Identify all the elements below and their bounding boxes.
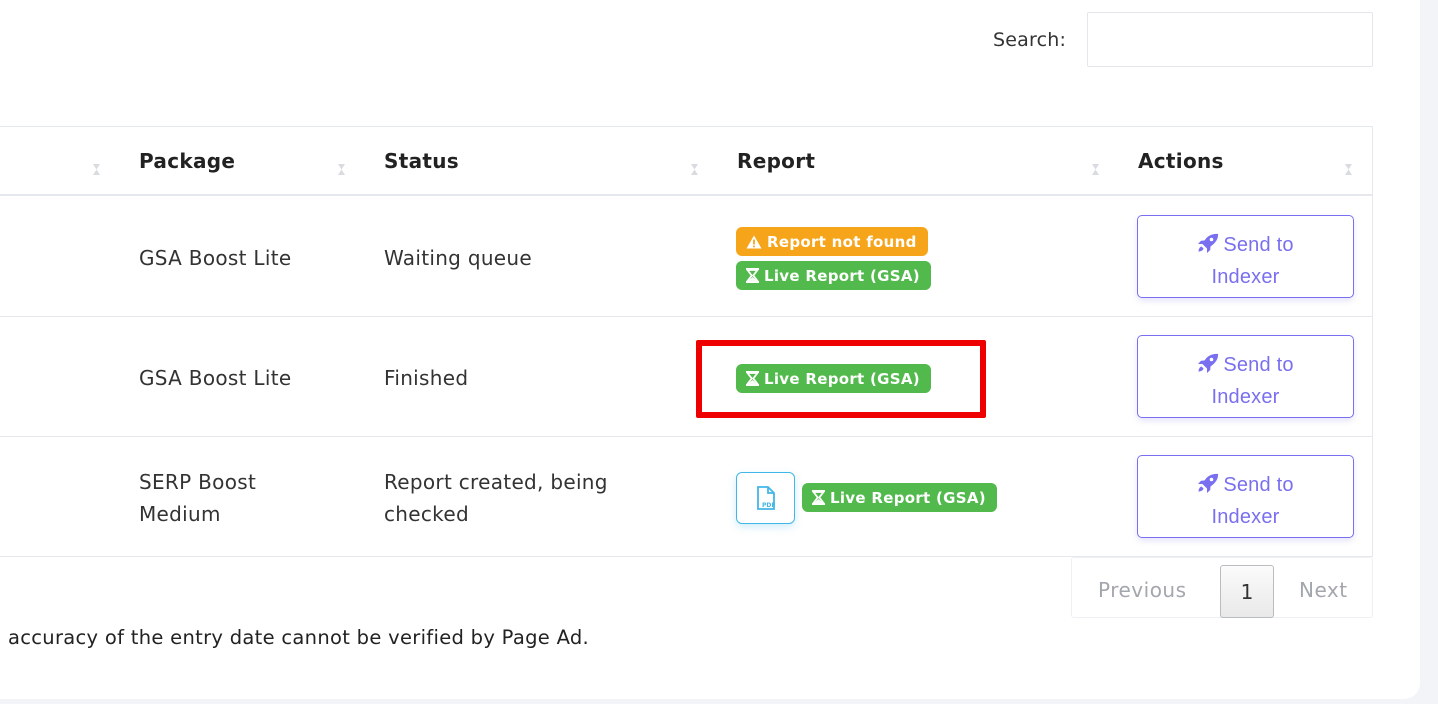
pdf-file-icon: PDF (756, 486, 775, 510)
button-label-line1: Send to (1223, 234, 1294, 256)
send-to-indexer-button[interactable]: Send to Indexer (1137, 455, 1354, 538)
status-cell: Waiting queue (384, 246, 532, 270)
search-input[interactable] (1087, 12, 1373, 67)
badge-label: Live Report (GSA) (764, 266, 920, 285)
status-cell: Finished (384, 366, 469, 390)
pagination-page-1[interactable]: 1 (1220, 565, 1274, 618)
column-header-status[interactable]: Status (384, 149, 459, 173)
column-header-package[interactable]: Package (139, 149, 235, 173)
package-cell: GSA Boost Lite (139, 366, 292, 390)
package-line: Medium (139, 502, 221, 526)
sort-icon[interactable] (690, 163, 699, 176)
button-label-line2: Indexer (1211, 266, 1280, 288)
pdf-download-button[interactable]: PDF (736, 472, 795, 524)
badge-label: Report not found (767, 232, 917, 251)
pagination-next[interactable]: Next (1299, 578, 1348, 602)
button-label-line1: Send to (1223, 474, 1294, 496)
highlight-annotation-box (696, 340, 986, 418)
sort-icon[interactable] (1344, 163, 1353, 176)
status-cell: Report created, being checked (384, 466, 608, 530)
package-line: SERP Boost (139, 470, 257, 494)
pagination-previous[interactable]: Previous (1098, 578, 1187, 602)
footer-note: accuracy of the entry date cannot be ver… (8, 626, 590, 649)
rocket-icon (1198, 473, 1219, 493)
package-cell: SERP Boost Medium (139, 466, 256, 530)
live-report-badge[interactable]: Live Report (GSA) (802, 483, 997, 512)
main-card: Search: Package Status Report Actions GS… (0, 0, 1420, 699)
sort-icon[interactable] (337, 163, 346, 176)
button-label-line2: Indexer (1211, 386, 1280, 408)
rocket-icon (1198, 233, 1219, 253)
warning-triangle-icon (746, 235, 762, 248)
status-line: checked (384, 502, 469, 526)
package-cell: GSA Boost Lite (139, 246, 292, 270)
pagination: Previous 1 Next (1071, 557, 1373, 618)
sort-icon[interactable] (92, 163, 101, 176)
table-header: Package Status Report Actions (0, 127, 1372, 196)
hourglass-icon (746, 268, 759, 283)
pdf-label: PDF (762, 502, 775, 509)
table-row: GSA Boost Lite Waiting queue Report not … (0, 197, 1372, 317)
reports-table: Package Status Report Actions GSA Boost … (0, 126, 1373, 557)
table-row: SERP Boost Medium Report created, being … (0, 437, 1372, 557)
search-label: Search: (993, 29, 1067, 51)
column-header-report[interactable]: Report (737, 149, 815, 173)
send-to-indexer-button[interactable]: Send to Indexer (1137, 335, 1354, 418)
live-report-badge[interactable]: Live Report (GSA) (736, 261, 931, 290)
table-row: GSA Boost Lite Finished Live Report (GSA… (0, 317, 1372, 437)
hourglass-icon (812, 490, 825, 505)
sort-icon[interactable] (1091, 163, 1100, 176)
badge-label: Live Report (GSA) (830, 488, 986, 507)
send-to-indexer-button[interactable]: Send to Indexer (1137, 215, 1354, 298)
rocket-icon (1198, 353, 1219, 373)
button-label-line1: Send to (1223, 354, 1294, 376)
report-not-found-badge[interactable]: Report not found (736, 227, 928, 256)
column-header-actions[interactable]: Actions (1138, 149, 1224, 173)
button-label-line2: Indexer (1211, 506, 1280, 528)
status-line: Report created, being (384, 470, 608, 494)
